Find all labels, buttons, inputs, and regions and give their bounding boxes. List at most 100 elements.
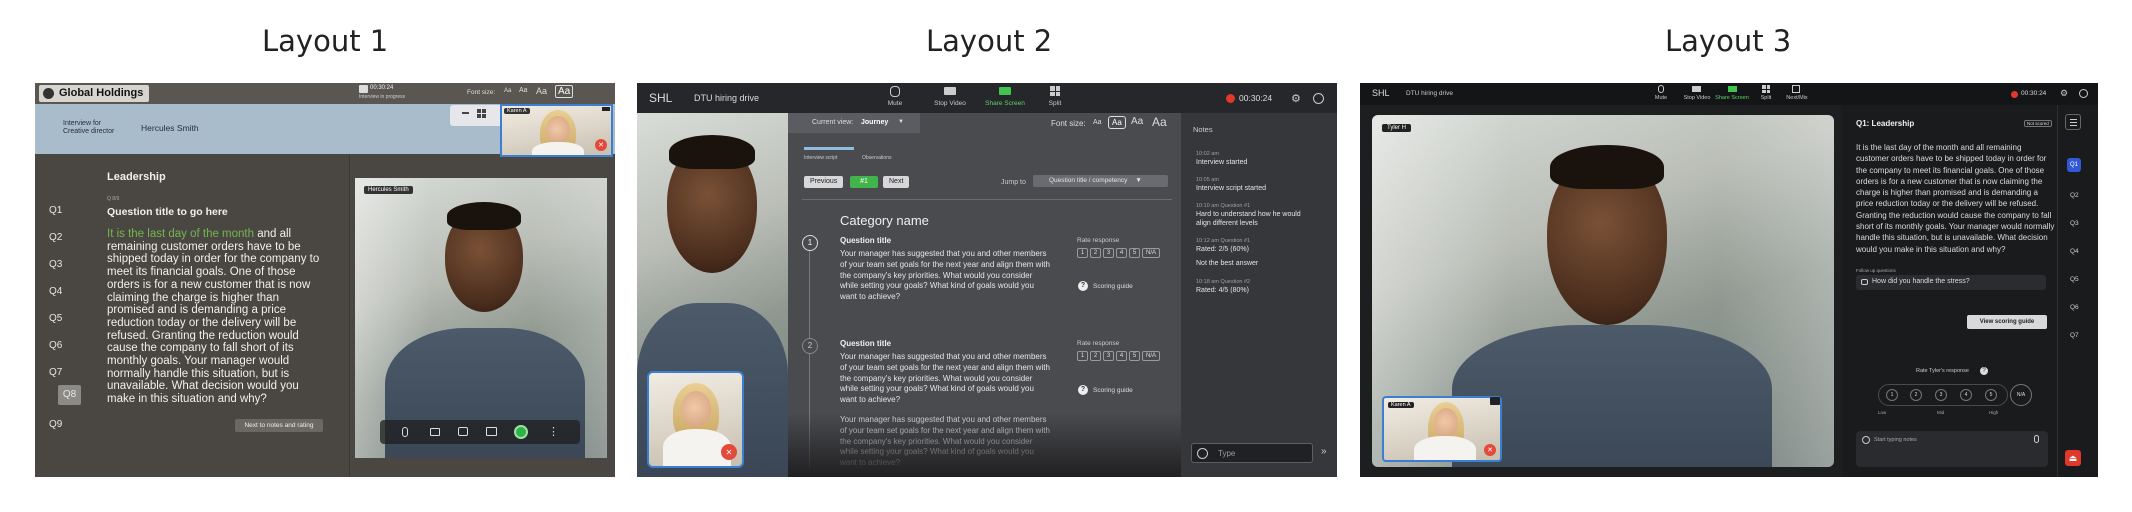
font-size-xs[interactable]: Aa [1093,119,1102,126]
rate-2[interactable]: 2 [1090,248,1101,258]
share-screen-label[interactable]: Share Screen [1713,95,1751,101]
scoring-guide-link[interactable]: Scoring guide [1093,387,1133,394]
jump-to-select[interactable]: Question title / competency ▼ [1033,175,1168,187]
split-icon[interactable] [1762,85,1770,93]
rate-2[interactable]: 2 [1910,389,1922,401]
font-size-l[interactable]: Aa [555,85,574,98]
self-view-thumbnail[interactable]: ✕ [647,371,744,468]
rate-1[interactable]: 1 [1077,351,1088,361]
nav-q7[interactable]: Q7 [49,367,62,378]
mic-icon[interactable] [2034,435,2039,443]
rate-1[interactable]: 1 [1886,389,1898,401]
video-icon[interactable] [944,87,956,95]
nav-q3[interactable]: Q3 [2070,220,2079,227]
nav-q5[interactable]: Q5 [2070,276,2079,283]
emoji-icon[interactable] [1197,448,1208,459]
share-screen-icon[interactable] [999,87,1011,95]
chat-icon[interactable] [458,427,468,436]
step-interview-script[interactable]: Interview script [804,155,837,161]
split-icon[interactable] [1050,86,1060,96]
font-size-m[interactable]: Aa [536,86,547,96]
nav-q4[interactable]: Q4 [2070,248,2079,255]
step-observations[interactable]: Observations [862,155,891,161]
nav-q1-selected[interactable]: Q1 [2067,158,2081,172]
notes-input[interactable]: Start typing notes [1856,431,2048,467]
video-icon[interactable] [1692,86,1701,92]
nav-q4[interactable]: Q4 [49,286,62,297]
profile-icon[interactable] [1313,93,1324,104]
mic-icon[interactable] [890,86,900,97]
rate-5[interactable]: 5 [1129,248,1140,258]
stop-video-label[interactable]: Stop Video [1680,95,1714,101]
mic-icon[interactable] [1658,85,1664,93]
question-body: and all remaining customer orders have t… [107,228,320,406]
next-button[interactable]: Next [883,176,910,188]
mute-label[interactable]: Mute [877,100,913,107]
nav-q9[interactable]: Q9 [49,419,62,430]
rate-na[interactable]: N/A [1142,351,1160,361]
help-icon[interactable]: ? [1078,281,1088,291]
split-label[interactable]: Split [1037,100,1073,107]
rate-5[interactable]: 5 [1985,389,1997,401]
rate-na[interactable]: N/A [2010,384,2032,406]
mic-icon[interactable] [402,427,408,437]
self-view-thumbnail[interactable]: Karen A ✕ [500,104,613,157]
rate-1[interactable]: 1 [1077,248,1088,258]
scoring-guide-link[interactable]: Scoring guide [1093,283,1133,290]
rate-2[interactable]: 2 [1090,351,1101,361]
self-view-thumbnail[interactable]: Karen A ✕ [1382,396,1502,462]
settings-icon[interactable]: ⚙ [2060,88,2068,99]
font-size-m[interactable]: Aa [1131,116,1143,127]
previous-button[interactable]: Previous [804,176,844,188]
split-label[interactable]: Split [1753,95,1779,101]
rate-4[interactable]: 4 [1960,389,1972,401]
collapse-icon[interactable] [1490,397,1500,405]
nav-q2[interactable]: Q2 [49,232,62,243]
share-screen-icon[interactable] [1728,86,1737,92]
current-view-select[interactable]: Current view: Journey ▼ [788,113,920,133]
note-input[interactable]: Type [1191,443,1313,463]
rate-na[interactable]: N/A [1142,248,1160,258]
nav-q3[interactable]: Q3 [49,259,62,270]
nav-q5[interactable]: Q5 [49,313,62,324]
rate-5[interactable]: 5 [1129,351,1140,361]
nav-q2[interactable]: Q2 [2070,192,2079,199]
send-icon[interactable]: » [1321,446,1327,457]
nav-q6[interactable]: Q6 [49,340,62,351]
emoji-icon[interactable] [1862,436,1870,444]
stop-video-label[interactable]: Stop Video [929,100,971,107]
font-size-s[interactable]: Aa [519,87,528,94]
mute-label[interactable]: Mute [1648,95,1674,101]
settings-icon[interactable]: ⚙ [1291,92,1301,105]
grid-icon[interactable] [477,109,486,118]
rate-3[interactable]: 3 [1935,389,1947,401]
font-size-s[interactable]: Aa [1108,116,1126,129]
rate-3[interactable]: 3 [1103,248,1114,258]
follow-up-item[interactable]: How did you handle the stress? [1856,275,2046,290]
help-icon[interactable]: ? [1980,367,1988,375]
rate-3[interactable]: 3 [1103,351,1114,361]
nav-q8-selected[interactable]: Q8 [58,385,81,405]
help-icon[interactable]: ? [1078,385,1088,395]
camera-icon[interactable] [430,428,440,436]
font-size-l[interactable]: Aa [1152,115,1167,129]
record-icon[interactable] [514,425,528,439]
next-mix-icon[interactable] [1792,85,1800,93]
profile-icon[interactable] [2079,89,2088,98]
font-size-xs[interactable]: Aa [504,88,511,94]
next-to-notes-button[interactable]: Next to notes and rating [235,419,323,432]
nav-q7[interactable]: Q7 [2070,332,2079,339]
share-screen-label[interactable]: Share Screen [982,100,1028,107]
rate-4[interactable]: 4 [1116,248,1127,258]
nav-q1[interactable]: Q1 [49,205,62,216]
rate-4[interactable]: 4 [1116,351,1127,361]
minimize-icon[interactable] [462,112,469,114]
leave-call-icon[interactable]: ⏏ [2065,450,2081,466]
nav-q6[interactable]: Q6 [2070,304,2079,311]
view-scoring-guide-button[interactable]: View scoring guide [1967,315,2047,329]
menu-button[interactable] [2065,114,2081,130]
share-screen-icon[interactable] [486,427,497,436]
next-mix-label[interactable]: Next/Mix [1782,95,1812,101]
more-icon[interactable]: ⋮ [548,425,559,438]
collapse-icon[interactable] [602,107,610,111]
